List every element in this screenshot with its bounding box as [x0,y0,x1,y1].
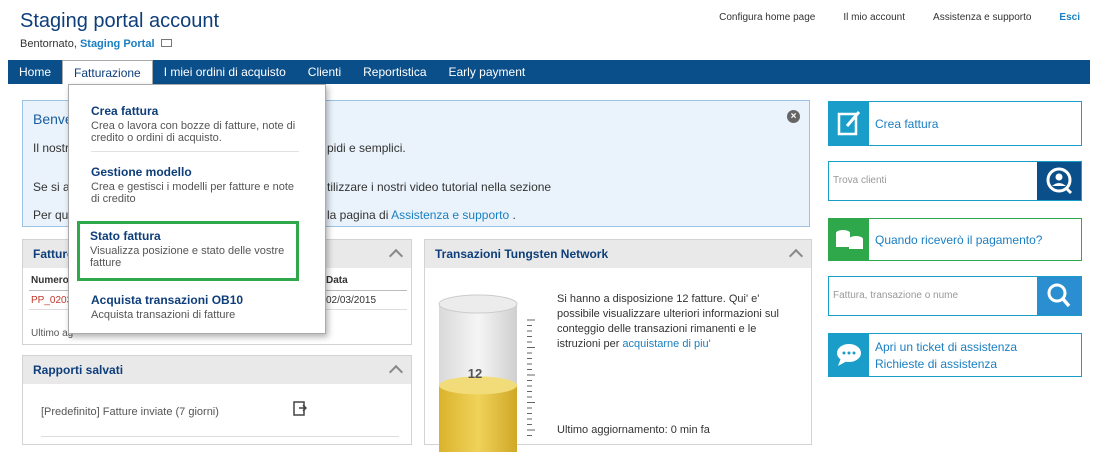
logout-link[interactable]: Esci [1059,12,1080,23]
support-icon-bg [829,334,869,376]
welcome-line1-left: Il nostr [33,141,70,155]
menu-item-desc: Acquista transazioni di fatture [91,309,236,321]
report-divider [41,436,399,437]
transaction-search-button[interactable] [1037,277,1081,315]
last-updated: Ultimo ag [31,328,74,339]
support-ticket-widget: Apri un ticket di assistenza Richieste d… [828,333,1082,377]
column-date: Data [326,275,348,286]
search-icon [1047,283,1071,308]
welcome-line2-left: Se si a [33,180,70,194]
saved-reports-header: Rapporti salvati [23,356,411,384]
support-inline-link[interactable]: Assistenza e supporto [391,208,509,222]
transaction-search: Fattura, transazione o nume [828,276,1082,316]
client-search-icon [1046,167,1073,195]
create-invoice-label: Crea fattura [875,117,939,131]
welcome-title: Benve [33,111,73,127]
create-invoice-icon-bg [829,102,869,145]
configure-home-link[interactable]: Configura home page [719,12,815,23]
fatturazione-dropdown: Crea fattura Crea o lavora con bozze di … [68,84,326,334]
transactions-text: Si hanno a disposizione 12 fatture. Qui'… [557,292,787,352]
saved-reports-panel: Rapporti salvati [Predefinito] Fatture i… [22,355,412,445]
export-icon[interactable] [293,401,307,417]
nav-clients[interactable]: Clienti [297,60,352,84]
saved-reports-title: Rapporti salvati [33,363,124,377]
find-clients-search: Trova clienti [828,161,1082,201]
menu-item-template-management[interactable]: Gestione modello Crea e gestisci i model… [81,160,307,210]
welcome-prefix: Bentornato, [20,38,77,50]
transactions-panel: Transazioni Tungsten Network 12 Si hanno… [424,239,812,452]
saved-report-item[interactable]: [Predefinito] Fatture inviate (7 giorni) [41,406,219,418]
page-title: Staging portal account [20,10,220,32]
buy-more-link[interactable]: acquistarne di piu' [622,338,710,350]
payment-icon-bg [829,219,869,260]
user-name-link[interactable]: Staging Portal [80,38,155,50]
invoice-date: 02/03/2015 [326,295,377,306]
find-clients-input[interactable]: Trova clienti [833,175,887,186]
menu-divider [91,151,299,152]
collapse-chevron-icon[interactable] [388,248,404,264]
menu-item-title: Stato fattura [90,229,161,243]
main-nav: Home Fatturazione I miei ordini di acqui… [8,60,1090,84]
gauge-count: 12 [468,366,482,381]
nav-early-payment[interactable]: Early payment [438,60,537,84]
transactions-gauge: 12 [438,294,535,452]
menu-item-create-invoice[interactable]: Crea fattura Crea o lavora con bozze di … [81,99,307,149]
my-account-link[interactable]: Il mio account [843,12,905,23]
welcome-line1-right: pidi e semplici. [327,141,406,155]
payment-label: Quando riceverò il pagamento? [875,233,1043,247]
close-icon[interactable]: × [787,110,800,123]
menu-item-title: Crea fattura [91,104,159,118]
nav-reports[interactable]: Reportistica [352,60,437,84]
column-number: Numero [31,275,69,286]
menu-item-title: Gestione modello [91,165,192,179]
nav-home[interactable]: Home [8,60,62,84]
menu-item-desc: Crea o lavora con bozze di fatture, note… [91,120,296,144]
welcome-line2-right: tilizzare i nostri video tutorial nella … [327,180,552,194]
welcome-line: Bentornato, Staging Portal [20,38,172,50]
menu-item-title: Acquista transazioni OB10 [91,293,244,307]
invoice-number-link[interactable]: PP_0203 [31,295,72,306]
welcome-line3-left: Per qu [33,208,69,222]
transactions-updated: Ultimo aggiornamento: 0 min fa [557,424,710,436]
collapse-chevron-icon[interactable] [388,364,404,380]
coins-icon [836,230,863,249]
welcome-line3-mid: la pagina di [327,208,392,222]
menu-item-invoice-status[interactable]: Stato fattura Visualizza posizione e sta… [77,221,299,281]
payment-widget[interactable]: Quando riceverò il pagamento? [828,218,1082,261]
chat-bubble-icon [837,344,861,366]
nav-fatturazione[interactable]: Fatturazione [62,60,153,84]
top-links: Configura home page Il mio account Assis… [719,12,1080,23]
menu-item-desc: Crea e gestisci i modelli per fatture e … [91,181,294,205]
welcome-line3-end: . [509,208,516,222]
create-invoice-widget[interactable]: Crea fattura [828,101,1082,146]
open-ticket-link[interactable]: Apri un ticket di assistenza [875,340,1017,354]
menu-item-desc: Visualizza posizione e stato delle vostr… [90,245,285,269]
collapse-chevron-icon[interactable] [788,248,804,264]
edit-document-icon [837,111,861,136]
support-link[interactable]: Assistenza e supporto [933,12,1031,23]
menu-item-buy-transactions[interactable]: Acquista transazioni OB10 Acquista trans… [81,288,307,326]
transactions-panel-header: Transazioni Tungsten Network [425,240,811,268]
transactions-panel-title: Transazioni Tungsten Network [435,247,609,261]
mail-icon[interactable] [160,39,172,47]
transaction-search-input[interactable]: Fattura, transazione o nume [833,290,958,301]
nav-purchase-orders[interactable]: I miei ordini di acquisto [153,60,297,84]
find-clients-button[interactable] [1037,162,1081,200]
ticket-requests-link[interactable]: Richieste di assistenza [875,357,997,371]
welcome-line3: la pagina di Assistenza e supporto . [327,208,516,222]
